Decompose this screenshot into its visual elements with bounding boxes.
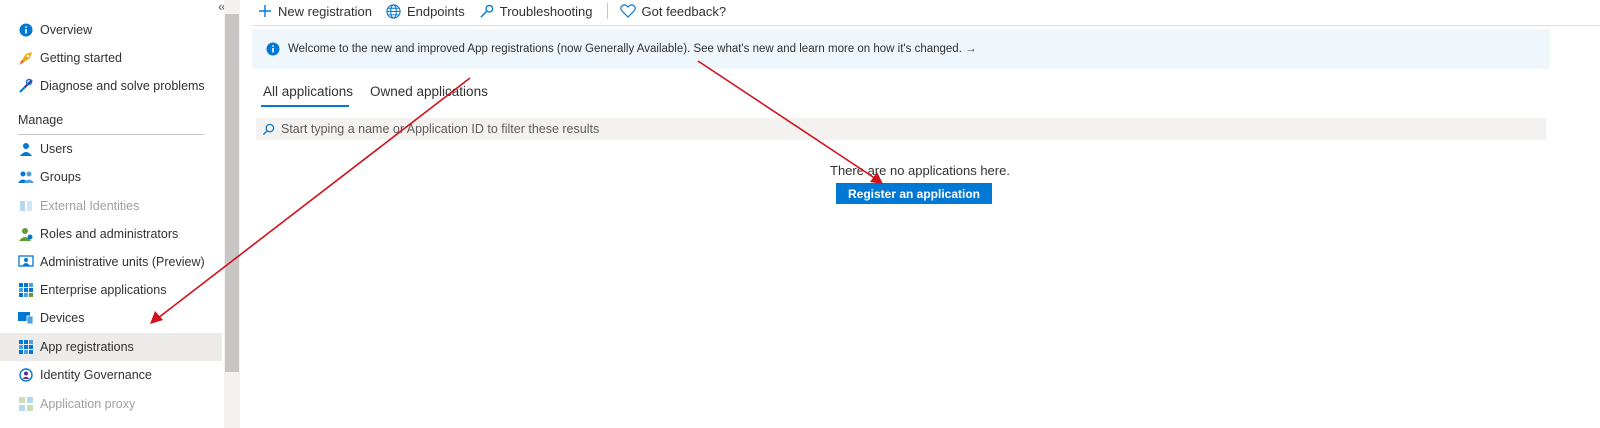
- section-heading-manage: Manage: [18, 113, 64, 127]
- rocket-icon: [18, 50, 34, 66]
- new-registration-button[interactable]: New registration: [258, 4, 372, 19]
- user-icon: [18, 141, 34, 157]
- app-registrations-icon: [18, 339, 34, 355]
- toolbar-divider: [252, 25, 1600, 26]
- nav-item-groups[interactable]: Groups: [0, 163, 222, 191]
- plus-icon: [259, 5, 271, 17]
- enterprise-apps-icon: [18, 282, 34, 298]
- roles-icon: [18, 226, 34, 242]
- search-icon: [262, 123, 275, 135]
- filter-box[interactable]: [256, 118, 1546, 140]
- nav-item-roles[interactable]: Roles and administrators: [0, 220, 222, 248]
- nav-item-label: Users: [40, 142, 73, 156]
- new-registration-label: New registration: [278, 3, 372, 19]
- selected-tab-indicator: [261, 105, 349, 107]
- troubleshooting-button[interactable]: Troubleshooting: [479, 4, 593, 19]
- register-application-button[interactable]: Register an application: [836, 183, 992, 204]
- devices-icon: [18, 310, 34, 326]
- feedback-label: Got feedback?: [641, 3, 727, 19]
- command-bar: New registration Endpoints Troubleshooti…: [258, 0, 740, 22]
- nav-item-label: Diagnose and solve problems: [40, 79, 205, 93]
- nav-item-label: Devices: [40, 311, 85, 325]
- filter-input[interactable]: [281, 122, 881, 136]
- troubleshooting-label: Troubleshooting: [499, 3, 593, 19]
- toolbar-separator: [606, 3, 608, 19]
- feedback-button[interactable]: Got feedback?: [619, 3, 727, 19]
- globe-icon: [386, 3, 401, 19]
- nav-item-admin-units[interactable]: Administrative units (Preview): [0, 248, 222, 276]
- nav-item-label: Overview: [40, 23, 93, 37]
- tab-all-applications[interactable]: All applications: [263, 84, 353, 99]
- nav-item-diagnose[interactable]: Diagnose and solve problems: [0, 72, 222, 100]
- external-identities-icon: [18, 198, 34, 214]
- nav-item-users[interactable]: Users: [0, 135, 222, 163]
- nav-item-identity-governance[interactable]: Identity Governance: [0, 361, 222, 389]
- left-nav: Overview Getting started Diagnose and so…: [0, 0, 224, 428]
- nav-item-label: Groups: [40, 170, 81, 184]
- nav-item-label: External Identities: [40, 199, 140, 213]
- sidebar-scrollbar-thumb[interactable]: [225, 14, 239, 372]
- nav-item-label: Application proxy: [40, 397, 136, 411]
- group-icon: [18, 169, 34, 185]
- nav-item-label: Roles and administrators: [40, 227, 179, 241]
- nav-item-label: Administrative units (Preview): [40, 255, 205, 269]
- nav-item-overview[interactable]: Overview: [0, 16, 222, 44]
- endpoints-button[interactable]: Endpoints: [386, 4, 465, 19]
- nav-item-label: Getting started: [40, 51, 122, 65]
- app-proxy-icon: [18, 396, 34, 412]
- nav-item-getting-started[interactable]: Getting started: [0, 44, 222, 72]
- empty-state-message: There are no applications here.: [830, 163, 1010, 178]
- nav-item-label: App registrations: [40, 340, 134, 354]
- nav-item-enterprise-apps[interactable]: Enterprise applications: [0, 276, 222, 304]
- heart-icon: [619, 4, 636, 18]
- nav-item-label: Identity Governance: [40, 368, 152, 382]
- nav-item-external-identities[interactable]: External Identities: [0, 192, 222, 220]
- banner-text: Welcome to the new and improved App regi…: [288, 43, 977, 55]
- nav-item-app-proxy[interactable]: Application proxy: [0, 390, 222, 418]
- info-banner[interactable]: Welcome to the new and improved App regi…: [252, 29, 1550, 69]
- nav-item-label: Enterprise applications: [40, 283, 167, 297]
- info-icon: [266, 42, 280, 56]
- wrench-icon: [480, 4, 494, 18]
- info-icon: [18, 22, 34, 38]
- identity-governance-icon: [18, 367, 34, 383]
- nav-item-devices[interactable]: Devices: [0, 304, 222, 332]
- endpoints-label: Endpoints: [406, 3, 465, 19]
- nav-item-app-registrations[interactable]: App registrations: [0, 333, 222, 361]
- admin-units-icon: [18, 254, 34, 270]
- tab-owned-applications[interactable]: Owned applications: [370, 84, 488, 99]
- wrench-icon: [18, 78, 34, 94]
